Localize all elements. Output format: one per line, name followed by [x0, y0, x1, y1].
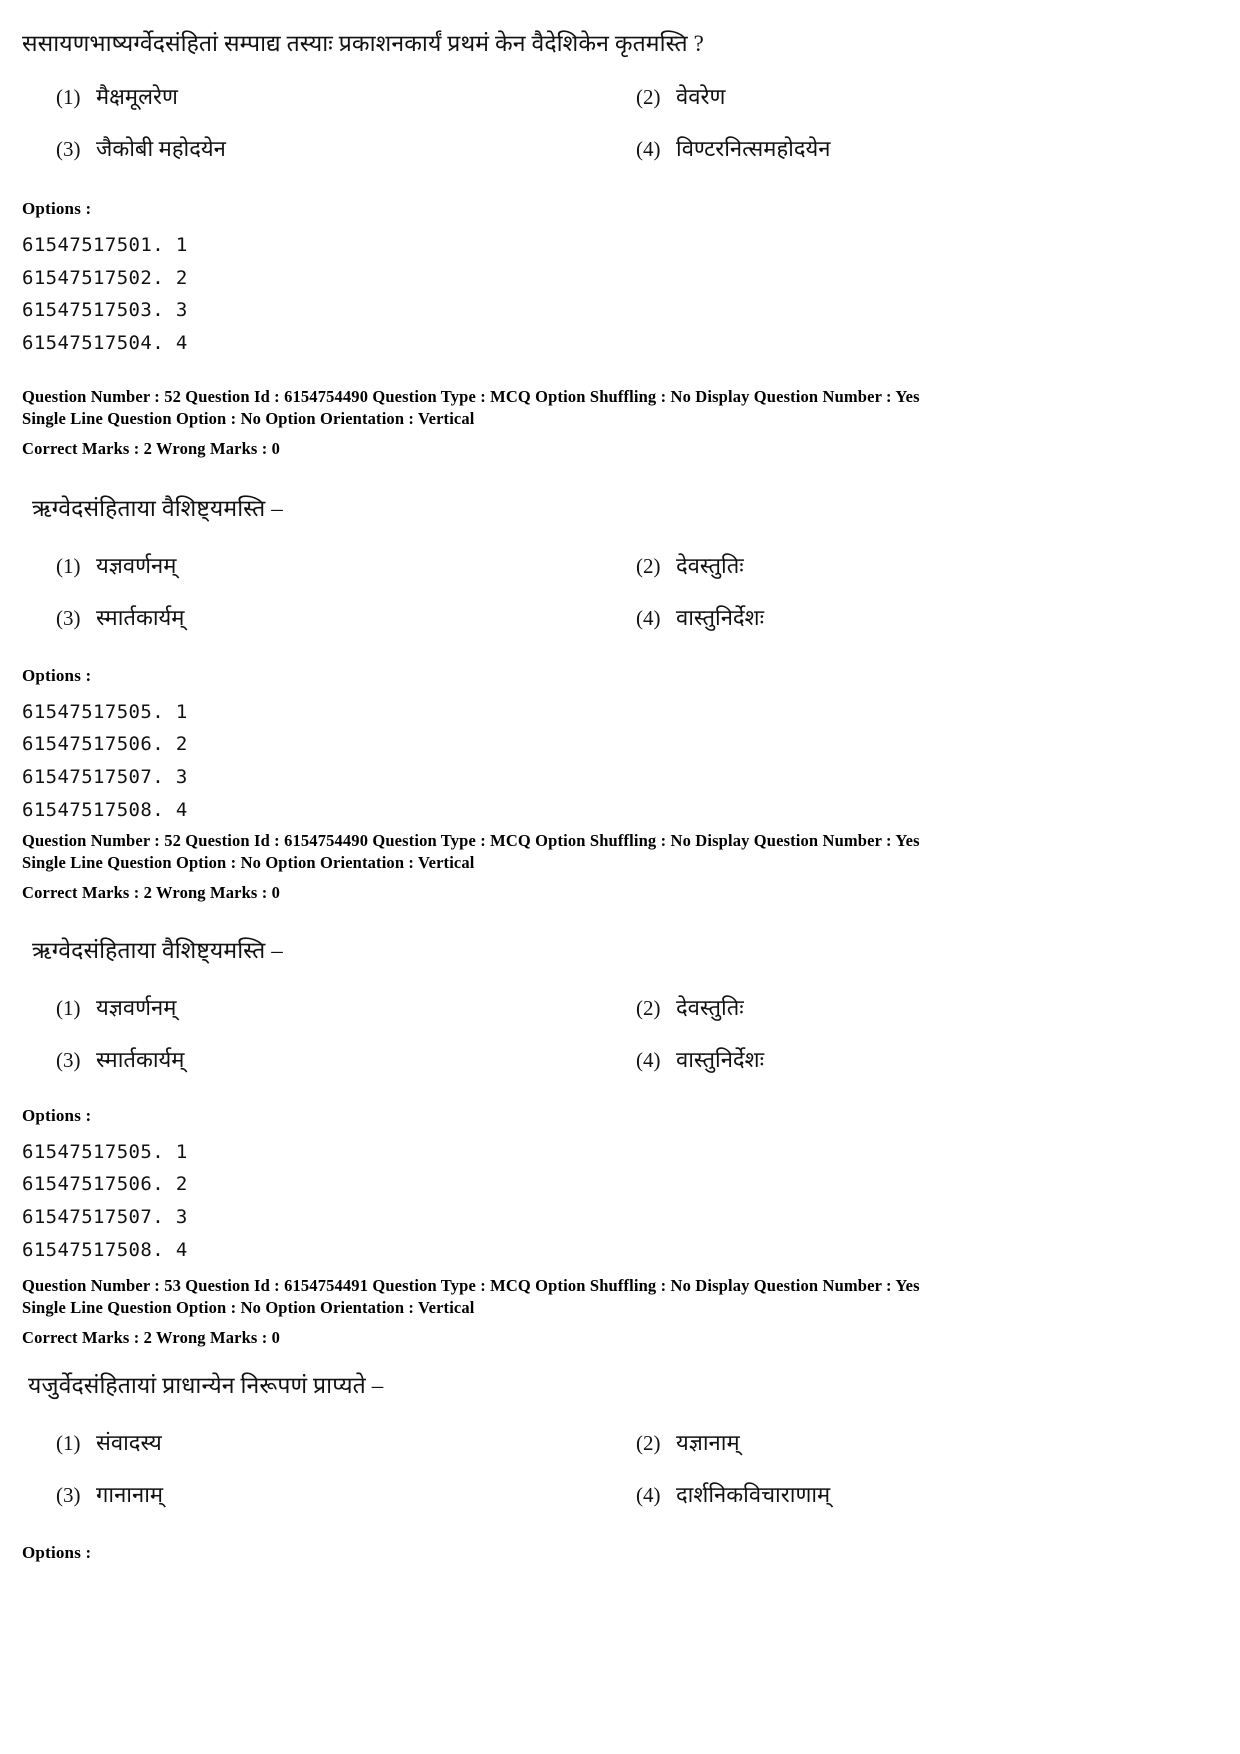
- options-label: Options :: [22, 199, 92, 219]
- option-id: 61547517508. 4: [22, 1238, 188, 1261]
- option-id: 61547517505. 1: [22, 700, 188, 723]
- choice-label: मैक्षमूलरेण: [96, 84, 178, 110]
- question-metadata: Question Number : 52 Question Id : 61547…: [22, 386, 1202, 430]
- choice-option[interactable]: (2) वेवरेण: [602, 81, 1202, 111]
- marks-line: Correct Marks : 2 Wrong Marks : 0: [22, 438, 281, 458]
- choice-option[interactable]: (1) मैक्षमूलरेण: [22, 81, 602, 111]
- choice-label: वास्तुनिर्देशः: [676, 604, 765, 630]
- choice-number: (3): [56, 605, 81, 630]
- question-metadata: Question Number : 52 Question Id : 61547…: [22, 830, 1202, 874]
- choice-label: वेवरेण: [676, 84, 726, 110]
- option-id: 61547517504. 4: [22, 332, 188, 355]
- choice-label: यज्ञवर्णनम्: [96, 994, 177, 1020]
- choice-label: संवादस्य: [96, 1429, 162, 1455]
- choice-label: यज्ञानाम्: [676, 1429, 740, 1455]
- choice-option[interactable]: (3) जैकोबी महोदयेन: [22, 133, 602, 163]
- choice-number: (3): [56, 1047, 81, 1072]
- choice-number: (1): [56, 995, 81, 1020]
- question-block-51: ससायणभाष्यर्ग्वेदसंहितां सम्पाद्य तस्याः…: [22, 28, 1202, 360]
- metadata-line-1: Question Number : 53 Question Id : 61547…: [22, 1276, 920, 1295]
- choice-grid: (1) मैक्षमूलरेण (2) वेवरेण (3) जैकोबी मह…: [22, 81, 1202, 163]
- metadata-line-2: Single Line Question Option : No Option …: [22, 1297, 475, 1317]
- choice-option[interactable]: (2) यज्ञानाम्: [602, 1427, 1202, 1457]
- choice-number: (3): [56, 1482, 81, 1507]
- choice-number: (2): [636, 1430, 661, 1455]
- choice-number: (4): [636, 1047, 661, 1072]
- question-metadata: Question Number : 53 Question Id : 61547…: [22, 1275, 1202, 1319]
- question-paper-page: ससायणभाष्यर्ग्वेदसंहितां सम्पाद्य तस्याः…: [0, 0, 1240, 1754]
- choice-number: (2): [636, 995, 661, 1020]
- choice-label: वास्तुनिर्देशः: [676, 1046, 765, 1072]
- choice-label: देवस्तुतिः: [676, 994, 744, 1020]
- question-block-52-duplicate: Question Number : 52 Question Id : 61547…: [22, 830, 1202, 1266]
- metadata-line-1: Question Number : 52 Question Id : 61547…: [22, 387, 920, 406]
- choice-option[interactable]: (3) गानानाम्: [22, 1479, 602, 1509]
- question-stem: यजुर्वेदसंहितायां प्राधान्येन निरूपणं प्…: [28, 1372, 384, 1398]
- choice-label: यज्ञवर्णनम्: [96, 552, 177, 578]
- choice-label: स्मार्तकार्यम्: [96, 604, 185, 630]
- choice-label: जैकोबी महोदयेन: [96, 136, 226, 162]
- option-id: 61547517503. 3: [22, 299, 188, 322]
- choice-grid: (1) यज्ञवर्णनम् (2) देवस्तुतिः (3) स्मार…: [22, 550, 1202, 632]
- choice-label: दार्शनिकविचाराणाम्: [676, 1481, 831, 1507]
- choice-label: गानानाम्: [96, 1481, 164, 1507]
- option-id: 61547517506. 2: [22, 1173, 188, 1196]
- choice-grid: (1) यज्ञवर्णनम् (2) देवस्तुतिः (3) स्मार…: [22, 992, 1202, 1074]
- question-stem: ऋग्वेदसंहिताया वैशिष्ट्यमस्ति –: [32, 937, 283, 963]
- choice-option[interactable]: (1) यज्ञवर्णनम्: [22, 550, 602, 580]
- choice-grid: (1) संवादस्य (2) यज्ञानाम् (3) गानानाम् …: [22, 1427, 1202, 1509]
- question-block-53: Question Number : 53 Question Id : 61547…: [22, 1275, 1202, 1573]
- metadata-line-1: Question Number : 52 Question Id : 61547…: [22, 831, 920, 850]
- choice-number: (1): [56, 85, 81, 110]
- options-label: Options :: [22, 665, 92, 685]
- choice-option[interactable]: (4) वास्तुनिर्देशः: [602, 602, 1202, 632]
- option-id: 61547517508. 4: [22, 798, 188, 821]
- choice-option[interactable]: (4) विण्टरनित्समहोदयेन: [602, 133, 1202, 163]
- choice-option[interactable]: (3) स्मार्तकार्यम्: [22, 602, 602, 632]
- question-block-52-first: Question Number : 52 Question Id : 61547…: [22, 386, 1202, 826]
- option-id: 61547517507. 3: [22, 1205, 188, 1228]
- choice-option[interactable]: (4) वास्तुनिर्देशः: [602, 1044, 1202, 1074]
- choice-label: देवस्तुतिः: [676, 552, 744, 578]
- choice-label: स्मार्तकार्यम्: [96, 1046, 185, 1072]
- choice-number: (4): [636, 605, 661, 630]
- choice-number: (4): [636, 1482, 661, 1507]
- choice-option[interactable]: (2) देवस्तुतिः: [602, 992, 1202, 1022]
- choice-number: (1): [56, 1430, 81, 1455]
- question-stem: ससायणभाष्यर्ग्वेदसंहितां सम्पाद्य तस्याः…: [22, 31, 704, 56]
- choice-number: (2): [636, 85, 661, 110]
- choice-option[interactable]: (2) देवस्तुतिः: [602, 550, 1202, 580]
- choice-number: (4): [636, 137, 661, 162]
- marks-line: Correct Marks : 2 Wrong Marks : 0: [22, 1327, 281, 1347]
- choice-option[interactable]: (4) दार्शनिकविचाराणाम्: [602, 1479, 1202, 1509]
- option-id: 61547517506. 2: [22, 733, 188, 756]
- options-label: Options :: [22, 1105, 92, 1125]
- choice-option[interactable]: (1) यज्ञवर्णनम्: [22, 992, 602, 1022]
- choice-option[interactable]: (3) स्मार्तकार्यम्: [22, 1044, 602, 1074]
- option-id: 61547517501. 1: [22, 234, 188, 257]
- option-id: 61547517505. 1: [22, 1140, 188, 1163]
- question-stem: ऋग्वेदसंहिताया वैशिष्ट्यमस्ति –: [32, 495, 283, 521]
- option-id: 61547517507. 3: [22, 765, 188, 788]
- choice-number: (1): [56, 553, 81, 578]
- choice-number: (2): [636, 553, 661, 578]
- option-id: 61547517502. 2: [22, 266, 188, 289]
- choice-option[interactable]: (1) संवादस्य: [22, 1427, 602, 1457]
- metadata-line-2: Single Line Question Option : No Option …: [22, 852, 475, 872]
- choice-number: (3): [56, 137, 81, 162]
- marks-line: Correct Marks : 2 Wrong Marks : 0: [22, 882, 281, 902]
- choice-label: विण्टरनित्समहोदयेन: [676, 136, 831, 162]
- metadata-line-2: Single Line Question Option : No Option …: [22, 408, 475, 428]
- options-label: Options :: [22, 1542, 92, 1562]
